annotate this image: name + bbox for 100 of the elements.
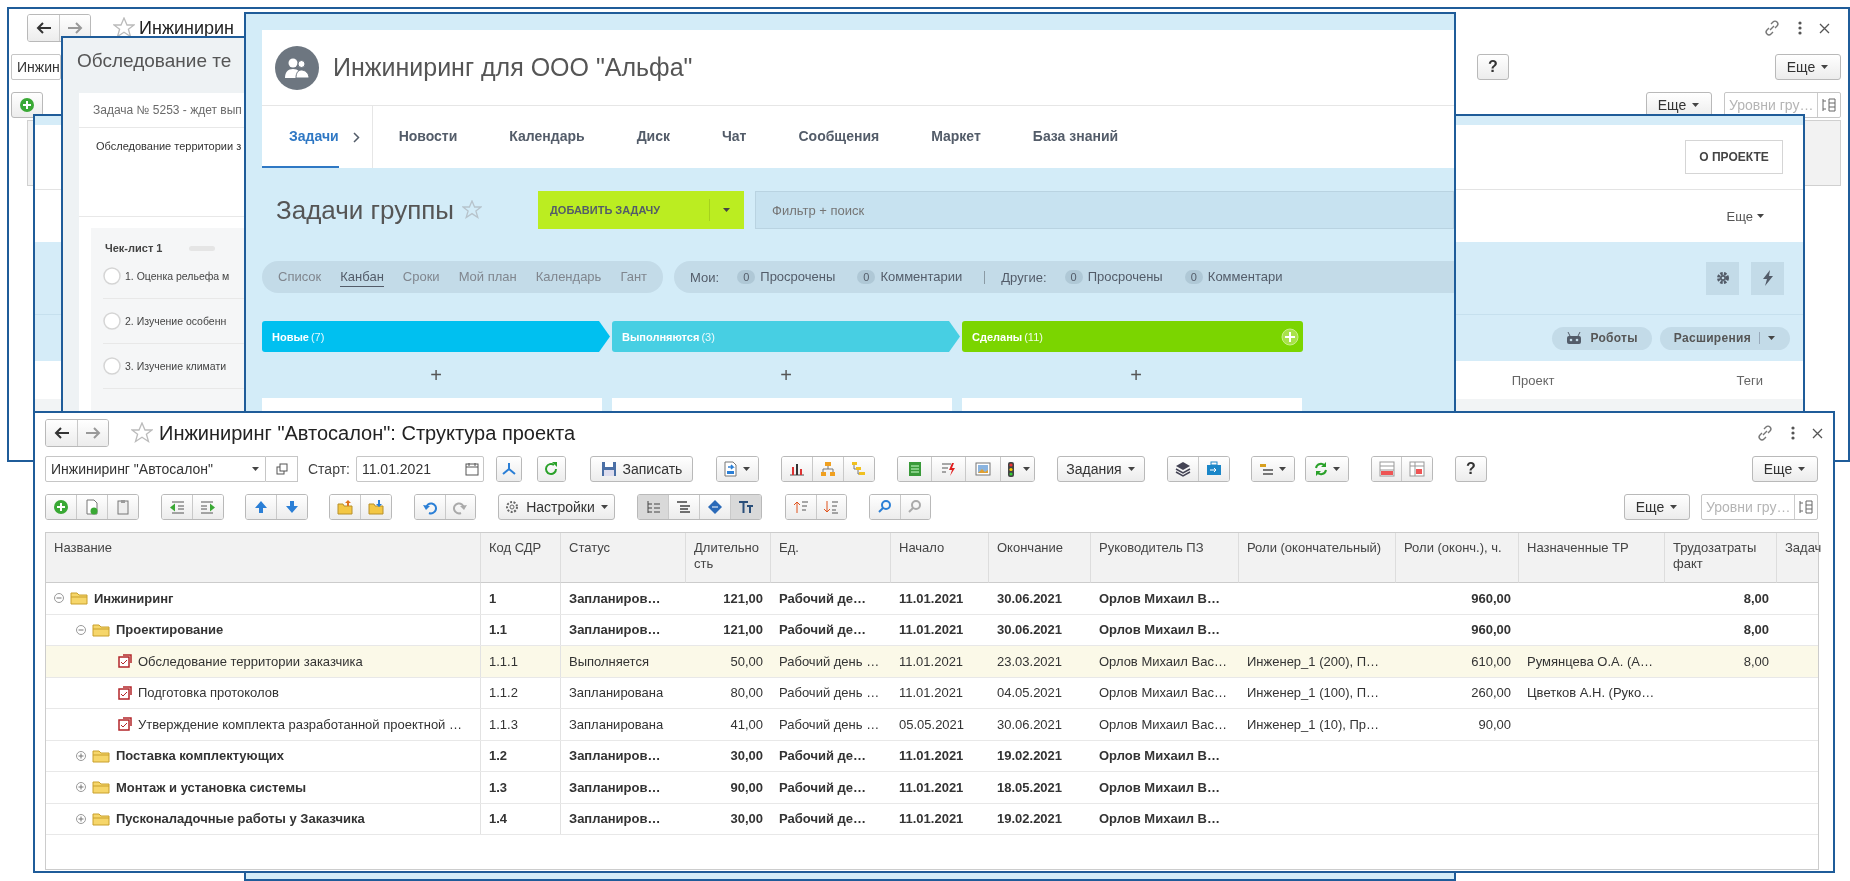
extensions-button[interactable]: Расширения: [1659, 326, 1790, 350]
checkbox[interactable]: [103, 357, 121, 375]
checkbox[interactable]: [103, 267, 121, 285]
close-icon: [1819, 22, 1830, 34]
table-row[interactable]: Утверждение комплекта разработанной проектной … 1.1.3 Запланирована 41,00 Рабочий день … 05.05.2021 30.06.2021 Орлов Михаил Вас… Инженер_1 (10), Пр… 90,00: [46, 709, 1818, 741]
robots-button[interactable]: Роботы: [1552, 326, 1652, 350]
kanban-stage: Сделаны (11): [962, 321, 1303, 352]
tasks-button[interactable]: Задания: [1056, 456, 1145, 482]
open-button[interactable]: [266, 456, 298, 482]
table-cell-text: Орлов Михаил В…: [1098, 747, 1221, 766]
add-card-button[interactable]: +: [962, 352, 1310, 398]
nav-tab[interactable]: База знаний: [1006, 106, 1145, 168]
table-row[interactable]: Проектирование 1.1 Запланиров… 121,00 Рабочий де… 11.01.2021 30.06.2021 Орлов Михаил В… 960,00 8,00: [46, 614, 1818, 646]
nav-tab[interactable]: Календарь: [483, 106, 611, 168]
toolbar-button[interactable]: [781, 457, 813, 481]
table-row[interactable]: Поставка комплектующих 1.2 Запланиров… 30,00 Рабочий де… 11.01.2021 19.02.2021 Орлов Михаил В…: [46, 740, 1818, 772]
counter-link[interactable]: Комментари: [1207, 267, 1283, 287]
nav-tab[interactable]: Задачи: [262, 106, 339, 168]
column-header[interactable]: Статус: [561, 533, 686, 583]
expand-icon[interactable]: [76, 782, 86, 793]
back-button[interactable]: [28, 15, 59, 41]
collapse-icon[interactable]: [54, 593, 64, 604]
add-task-button[interactable]: ДОБАВИТЬ ЗАДАЧУ: [538, 191, 744, 229]
org-chart-icon: [819, 461, 836, 477]
table-cell-text: Орлов Михаил Вас…: [1098, 684, 1228, 703]
save-button[interactable]: Записать: [589, 456, 693, 482]
table-cell-text: Орлов Михаил В…: [1098, 810, 1221, 829]
column-header[interactable]: Руководитель ПЗ: [1091, 533, 1239, 583]
levels-field[interactable]: Уровни гру…: [1701, 494, 1818, 520]
toolbar-button[interactable]: [1167, 457, 1199, 481]
column-header[interactable]: Назначенные ТР: [1519, 533, 1665, 583]
nav-tab[interactable]: Маркет: [905, 106, 1007, 168]
filter-search-field[interactable]: Фильтр + поиск: [755, 191, 1454, 229]
caret-icon: [743, 466, 752, 472]
column-header[interactable]: Код СДР: [481, 533, 561, 583]
folder-icon: [92, 622, 110, 637]
settings-button[interactable]: [1706, 261, 1739, 295]
back-button[interactable]: [46, 420, 77, 446]
column-header[interactable]: Длительность: [686, 533, 771, 583]
column-header[interactable]: Роли (оконч.), ч.: [1396, 533, 1519, 583]
nav-tab[interactable]: Сообщения: [772, 106, 906, 168]
caret-icon: [1278, 466, 1287, 472]
table-cell: Утверждение комплекта разработанной проектной …: [138, 716, 462, 732]
table-row[interactable]: Пусконаладочные работы у Заказчика 1.4 Запланиров… 30,00 Рабочий де… 11.01.2021 19.02.2021 Орлов Михаил В…: [46, 803, 1818, 835]
chevron-icon: [352, 131, 360, 143]
column-header[interactable]: Название: [46, 533, 481, 583]
help-button[interactable]: ?: [1477, 54, 1509, 80]
more-button[interactable]: Еще: [1752, 456, 1818, 482]
caret-icon: [1757, 213, 1765, 219]
nav-tab[interactable]: Чат: [696, 106, 773, 168]
settings-button[interactable]: Настройки: [498, 494, 615, 520]
caret-icon: [1821, 64, 1830, 70]
view-mode-button[interactable]: [731, 495, 761, 519]
counter-link[interactable]: Просрочены: [760, 267, 836, 287]
toolbar-button[interactable]: [1000, 457, 1034, 481]
expand-icon[interactable]: [76, 750, 86, 761]
view-mode-button[interactable]: [669, 495, 700, 519]
counter-link[interactable]: Просрочены: [1087, 267, 1163, 287]
table-row[interactable]: Инжиниринг 1 Запланиров… 121,00 Рабочий де… 11.01.2021 30.06.2021 Орлов Михаил В… 960,00 8,00: [46, 583, 1818, 615]
collapse-icon[interactable]: [76, 624, 86, 635]
table-cell-text: Орлов Михаил Вас…: [1098, 715, 1228, 734]
rows-icon: [1258, 461, 1275, 477]
table-cell-text: Выполняется: [568, 652, 650, 671]
help-button[interactable]: ?: [1454, 456, 1487, 482]
start-date-field[interactable]: 11.01.2021: [355, 456, 484, 482]
column-header[interactable]: Начало: [891, 533, 989, 583]
expand-icon[interactable]: [76, 813, 86, 824]
table-cell-text: 18.05.2021: [996, 778, 1064, 797]
table-cell: Обследование территории заказчика: [138, 653, 363, 669]
table-row[interactable]: Обследование территории заказчика 1.1.1 Выполняется 50,00 Рабочий день … 11.01.2021 23.03.2021 Орлов Михаил Вас… Инженер_1 (200), П… 610,00 Румянцева О.А. (А… 8,00: [46, 646, 1818, 678]
about-project-button[interactable]: О ПРОЕКТЕ: [1685, 140, 1783, 174]
table-cell-text: Запланиров…: [568, 810, 662, 829]
automation-button[interactable]: [1751, 261, 1784, 295]
checkbox[interactable]: [103, 312, 121, 330]
add-card-button[interactable]: +: [262, 352, 610, 398]
table-row[interactable]: Подготовка протоколов 1.1.2 Запланирована 80,00 Рабочий день … 11.01.2021 04.05.2021 Орлов Михаил Вас… Инженер_1 (100), П… 260,00 Цветков А.Н. (Руко…: [46, 677, 1818, 709]
table-cell-text: Рабочий де…: [778, 747, 867, 766]
view-tab[interactable]: Канбан: [340, 267, 384, 287]
view-mode-button[interactable]: [700, 495, 731, 519]
more-button[interactable]: Еще: [1624, 494, 1690, 520]
add-card-button[interactable]: +: [612, 352, 960, 398]
table-row[interactable]: Монтаж и установка системы 1.3 Запланиров… 90,00 Рабочий де… 11.01.2021 18.05.2021 Орлов Михаил В…: [46, 772, 1818, 804]
more-menu[interactable]: Еще: [1720, 207, 1771, 225]
nav-tab[interactable]: Диск: [610, 106, 696, 168]
column-header[interactable]: Трудозатраты факт: [1665, 533, 1777, 583]
column-header[interactable]: Окончание: [989, 533, 1091, 583]
project-field[interactable]: Инжин: [11, 54, 61, 80]
table-icon: [1378, 461, 1395, 477]
column-header[interactable]: Роли (окончательный): [1239, 533, 1396, 583]
open-icon: [275, 463, 288, 475]
folder-icon: [70, 591, 88, 606]
table-cell-text: Рабочий де…: [778, 621, 867, 640]
more-button[interactable]: Еще: [1775, 54, 1841, 80]
project-field[interactable]: Инжиниринг "Автосалон": [45, 456, 266, 482]
column-header[interactable]: Ед.: [771, 533, 891, 583]
table-cell-text: 11.01.2021: [898, 684, 965, 703]
table-icon: [1409, 461, 1426, 477]
add-button[interactable]: [11, 92, 43, 118]
counter-link[interactable]: Комментарии: [880, 267, 963, 287]
table-cell-text: 11.01.2021: [898, 747, 965, 766]
